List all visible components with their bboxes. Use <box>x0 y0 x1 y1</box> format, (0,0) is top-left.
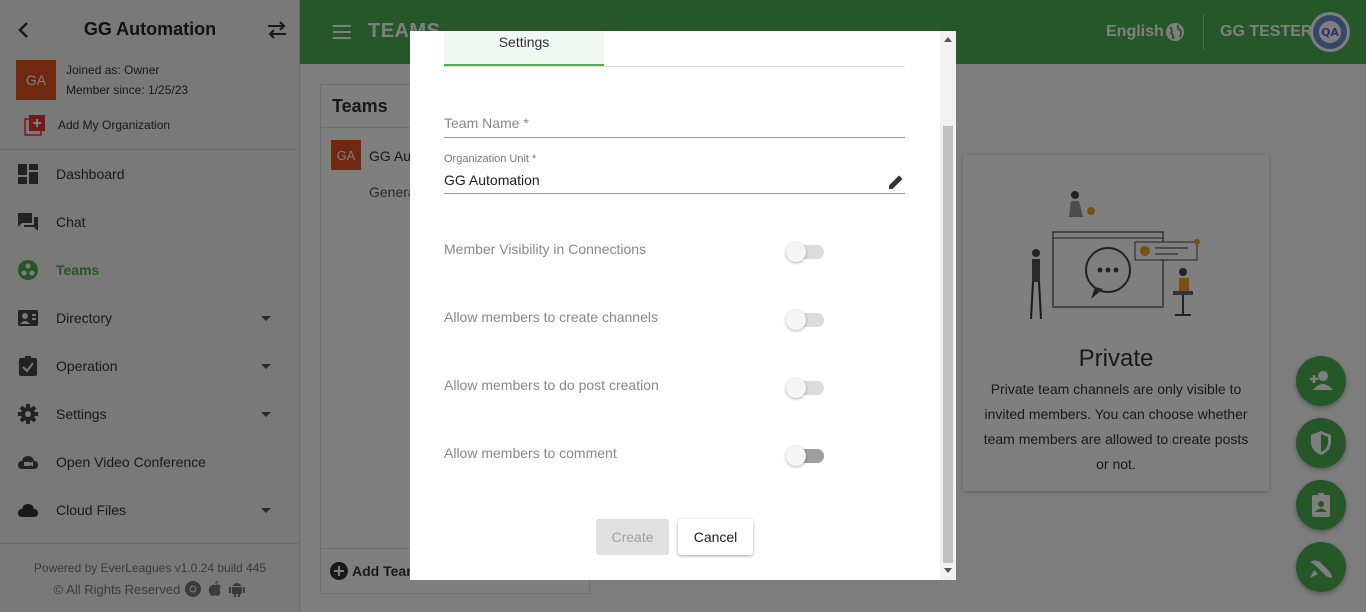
org-unit-field[interactable]: GG Automation <box>444 172 540 188</box>
dialog-scrollbar[interactable] <box>940 31 956 580</box>
toggle-knob <box>786 310 806 330</box>
tab-settings[interactable]: Settings <box>444 31 604 66</box>
toggle-knob <box>786 242 806 262</box>
team-name-underline <box>444 137 905 138</box>
toggle-knob <box>786 378 806 398</box>
tabs-divider <box>444 66 905 67</box>
toggle-label-comment: Allow members to comment <box>444 445 617 461</box>
create-button[interactable]: Create <box>596 519 669 555</box>
team-name-input[interactable]: Team Name * <box>444 115 529 131</box>
toggle-label-post-creation: Allow members to do post creation <box>444 377 659 393</box>
scroll-up-arrow-icon[interactable] <box>944 37 952 42</box>
post-creation-toggle[interactable] <box>786 378 824 398</box>
pencil-icon[interactable] <box>887 173 905 191</box>
toggle-label-create-channels: Allow members to create channels <box>444 309 658 325</box>
create-team-dialog: Settings Team Name * Organization Unit *… <box>410 31 956 580</box>
member-visibility-toggle[interactable] <box>786 242 824 262</box>
org-unit-label: Organization Unit * <box>444 153 537 165</box>
toggle-label-member-visibility: Member Visibility in Connections <box>444 241 647 257</box>
scroll-thumb[interactable] <box>943 126 953 563</box>
toggle-knob <box>786 446 806 466</box>
org-unit-underline <box>444 193 905 194</box>
comment-toggle[interactable] <box>786 446 824 466</box>
cancel-button[interactable]: Cancel <box>678 519 753 555</box>
create-channels-toggle[interactable] <box>786 310 824 330</box>
scroll-down-arrow-icon[interactable] <box>944 568 952 573</box>
